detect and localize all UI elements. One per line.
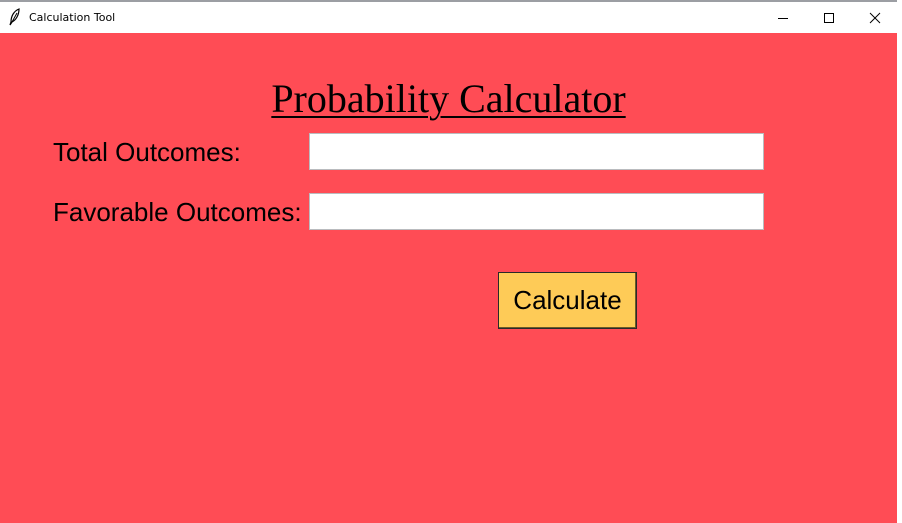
minimize-button[interactable] (760, 2, 806, 33)
minimize-icon (778, 18, 788, 19)
calculator-panel: Probability Calculator Total Outcomes: F… (0, 33, 897, 523)
total-outcomes-label: Total Outcomes: (53, 137, 241, 167)
calculate-button[interactable]: Calculate (498, 272, 637, 329)
close-button[interactable] (852, 2, 898, 33)
window-title: Calculation Tool (29, 11, 116, 24)
close-icon (869, 12, 881, 24)
total-outcomes-input[interactable] (309, 133, 764, 170)
app-window: Calculation Tool Probability Calculator … (0, 0, 897, 523)
feather-icon (8, 8, 22, 26)
favorable-outcomes-input[interactable] (309, 193, 764, 230)
maximize-icon (824, 13, 834, 23)
favorable-outcomes-label: Favorable Outcomes: (53, 197, 302, 227)
page-title: Probability Calculator (271, 76, 626, 121)
maximize-button[interactable] (806, 2, 852, 33)
title-bar[interactable]: Calculation Tool (0, 2, 897, 33)
